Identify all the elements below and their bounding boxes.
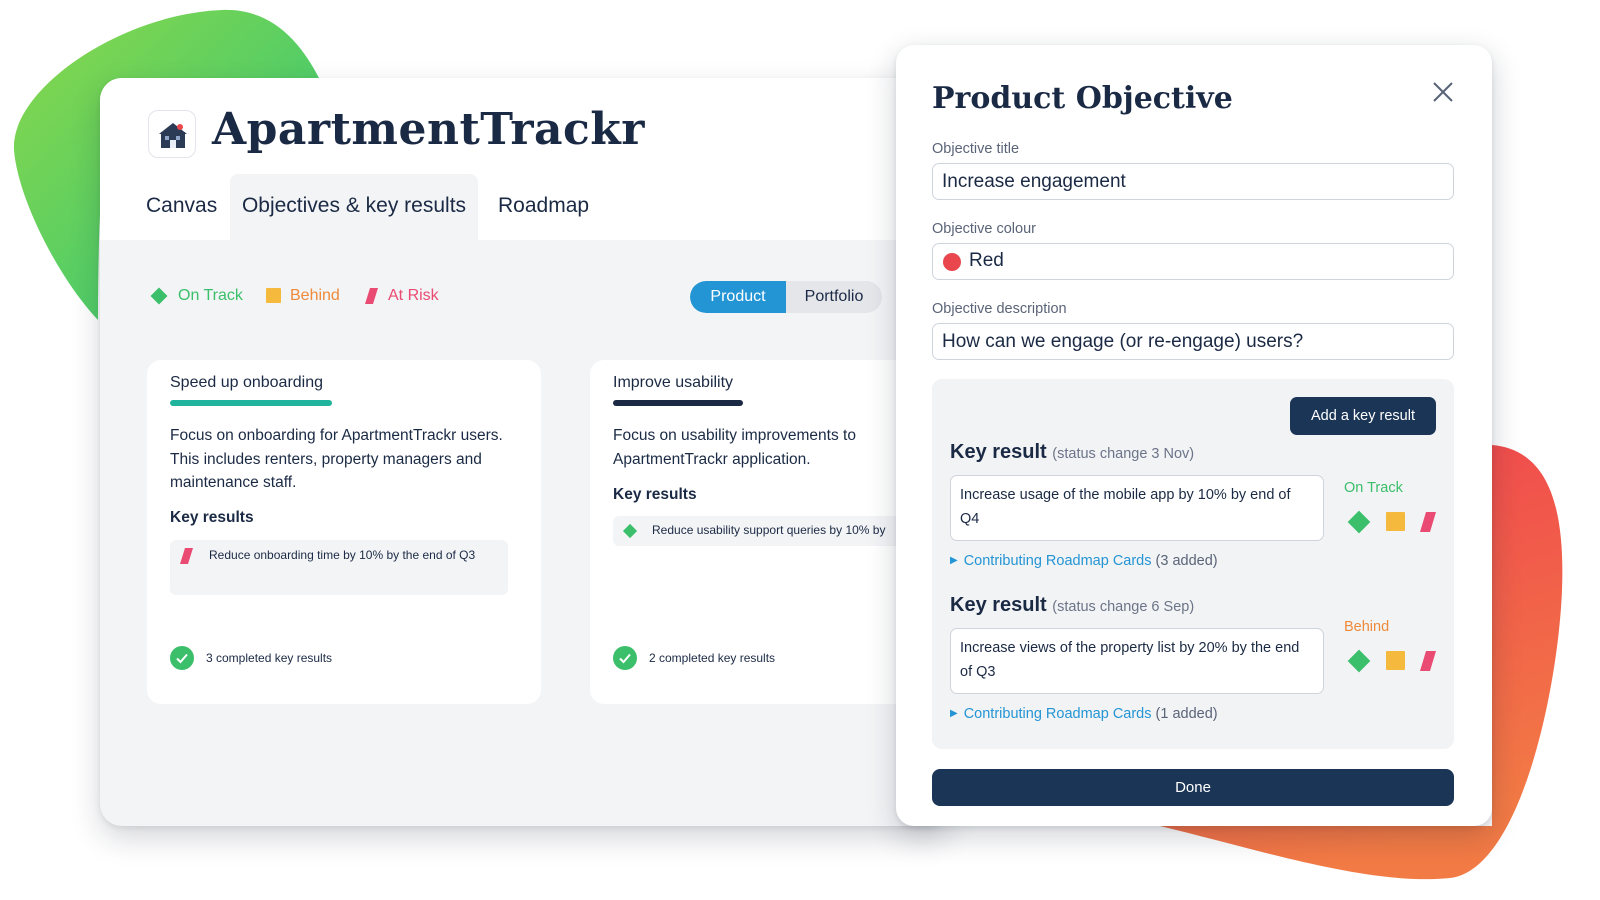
app-title: ApartmentTrackr <box>212 104 645 155</box>
app-logo <box>148 110 196 158</box>
completed-key-results: 2 completed key results <box>613 646 775 670</box>
add-key-result-button[interactable]: Add a key result <box>1290 397 1436 435</box>
key-results-heading: Key results <box>170 509 254 526</box>
objective-colour-label: Objective colour <box>932 221 1036 237</box>
key-result-text-field[interactable]: Increase views of the property list by 2… <box>950 628 1324 694</box>
on-track-diamond-icon <box>150 287 168 305</box>
legend-at-risk: At Risk <box>364 283 439 309</box>
objective-colour-value: Red <box>969 250 1004 271</box>
legend-on-track-label: On Track <box>178 287 243 304</box>
contributing-roadmap-cards[interactable]: ▶ Contributing Roadmap Cards (1 added) <box>950 706 1218 722</box>
tab-roadmap[interactable]: Roadmap <box>498 174 598 240</box>
behind-square-icon[interactable] <box>1386 512 1406 537</box>
expand-arrow-icon: ▶ <box>950 708 958 719</box>
app-header: ApartmentTrackr Canvas Objectives & key … <box>100 78 950 240</box>
status-selector <box>1345 508 1437 534</box>
legend-behind: Behind <box>266 283 340 309</box>
toggle-product[interactable]: Product <box>690 281 786 313</box>
objective-card[interactable]: Speed up onboarding Focus on onboarding … <box>147 360 541 704</box>
completed-key-results: 3 completed key results <box>170 646 332 670</box>
key-result-status-change: (status change 3 Nov) <box>1052 446 1195 462</box>
check-circle-icon <box>170 646 194 670</box>
key-results-panel: Add a key result Key result (status chan… <box>932 379 1454 749</box>
key-result-item[interactable]: Reduce onboarding time by 10% by the end… <box>170 540 508 595</box>
at-risk-slash-icon <box>180 548 193 564</box>
key-result-heading-label: Key result <box>950 594 1047 616</box>
behind-square-icon[interactable] <box>1386 651 1406 676</box>
contributing-count: (3 added) <box>1155 553 1218 569</box>
product-objective-dialog: Product Objective Objective title Object… <box>896 45 1492 826</box>
objective-colour-bar <box>170 400 332 406</box>
view-toggle: Product Portfolio <box>690 281 882 313</box>
done-button[interactable]: Done <box>932 769 1454 806</box>
status-selector <box>1345 647 1437 673</box>
objective-title-label: Objective title <box>932 141 1020 157</box>
behind-square-icon <box>266 288 281 303</box>
objective-title-input[interactable] <box>932 163 1454 200</box>
red-colour-swatch <box>943 253 961 271</box>
legend-behind-label: Behind <box>290 287 340 304</box>
objective-description-label: Objective description <box>932 301 1067 317</box>
objective-title: Speed up onboarding <box>170 374 324 391</box>
objective-description-input[interactable] <box>932 323 1454 360</box>
at-risk-slash-icon <box>365 288 378 304</box>
key-result-status-label: On Track <box>1344 480 1403 496</box>
key-result-heading-label: Key result <box>950 441 1047 463</box>
tab-objectives-key-results[interactable]: Objectives & key results <box>230 174 478 240</box>
key-result-heading: Key result (status change 6 Sep) <box>950 594 1194 617</box>
contributing-roadmap-cards[interactable]: ▶ Contributing Roadmap Cards (3 added) <box>950 553 1218 569</box>
toggle-portfolio[interactable]: Portfolio <box>786 281 882 313</box>
on-track-diamond-icon[interactable] <box>1345 508 1373 541</box>
objective-description: Focus on onboarding for ApartmentTrackr … <box>170 427 503 491</box>
legend-on-track: On Track <box>148 283 243 309</box>
contributing-count: (1 added) <box>1155 706 1218 722</box>
objective-colour-select[interactable]: Red <box>932 243 1454 280</box>
expand-arrow-icon: ▶ <box>950 555 958 566</box>
key-result-status-change: (status change 6 Sep) <box>1052 599 1195 615</box>
app-window: ApartmentTrackr Canvas Objectives & key … <box>100 78 950 826</box>
close-icon[interactable] <box>1432 81 1454 103</box>
tab-canvas[interactable]: Canvas <box>146 174 218 240</box>
key-result-text-field[interactable]: Increase usage of the mobile app by 10% … <box>950 475 1324 541</box>
objective-colour-bar <box>613 400 743 406</box>
key-result-text: Reduce usability support queries by 10% … <box>652 523 886 537</box>
key-result-status-label: Behind <box>1344 619 1390 635</box>
completed-count: 2 completed key results <box>649 651 776 665</box>
dialog-title: Product Objective <box>932 81 1233 116</box>
contributing-roadmap-cards-link[interactable]: Contributing Roadmap Cards <box>964 553 1152 569</box>
objective-title: Improve usability <box>613 374 734 391</box>
apartment-logo-icon <box>159 123 187 148</box>
check-circle-icon <box>613 646 637 670</box>
objective-description: Focus on usability improvements to Apart… <box>613 427 856 468</box>
legend-at-risk-label: At Risk <box>388 287 439 304</box>
at-risk-slash-icon[interactable] <box>1419 511 1437 538</box>
key-results-heading: Key results <box>613 486 697 503</box>
completed-count: 3 completed key results <box>206 651 333 665</box>
key-result-text: Reduce onboarding time by 10% by the end… <box>209 548 476 562</box>
contributing-roadmap-cards-link[interactable]: Contributing Roadmap Cards <box>964 706 1152 722</box>
on-track-diamond-icon[interactable] <box>1345 647 1373 680</box>
at-risk-slash-icon[interactable] <box>1419 650 1437 677</box>
key-result-heading: Key result (status change 3 Nov) <box>950 441 1194 464</box>
on-track-diamond-icon <box>622 523 638 539</box>
